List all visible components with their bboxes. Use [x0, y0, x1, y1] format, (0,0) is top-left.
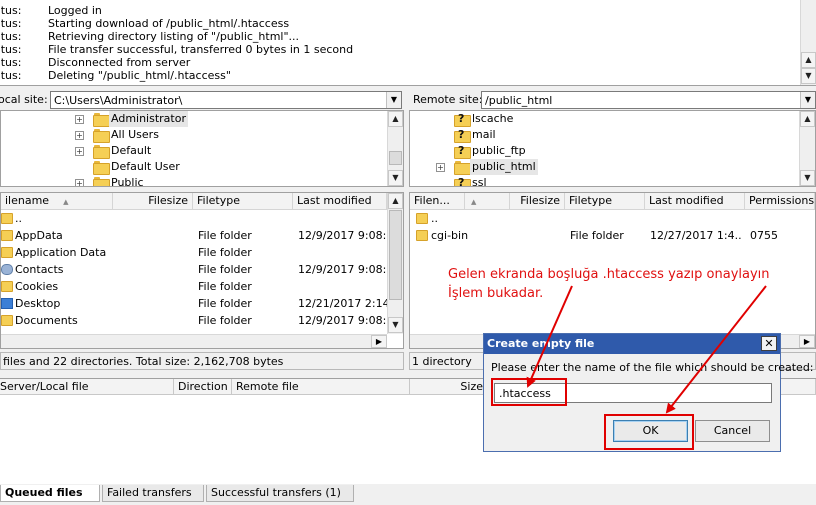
arrow-to-input — [526, 285, 573, 388]
annotation-arrows — [526, 285, 767, 414]
arrow-to-ok — [665, 285, 767, 414]
